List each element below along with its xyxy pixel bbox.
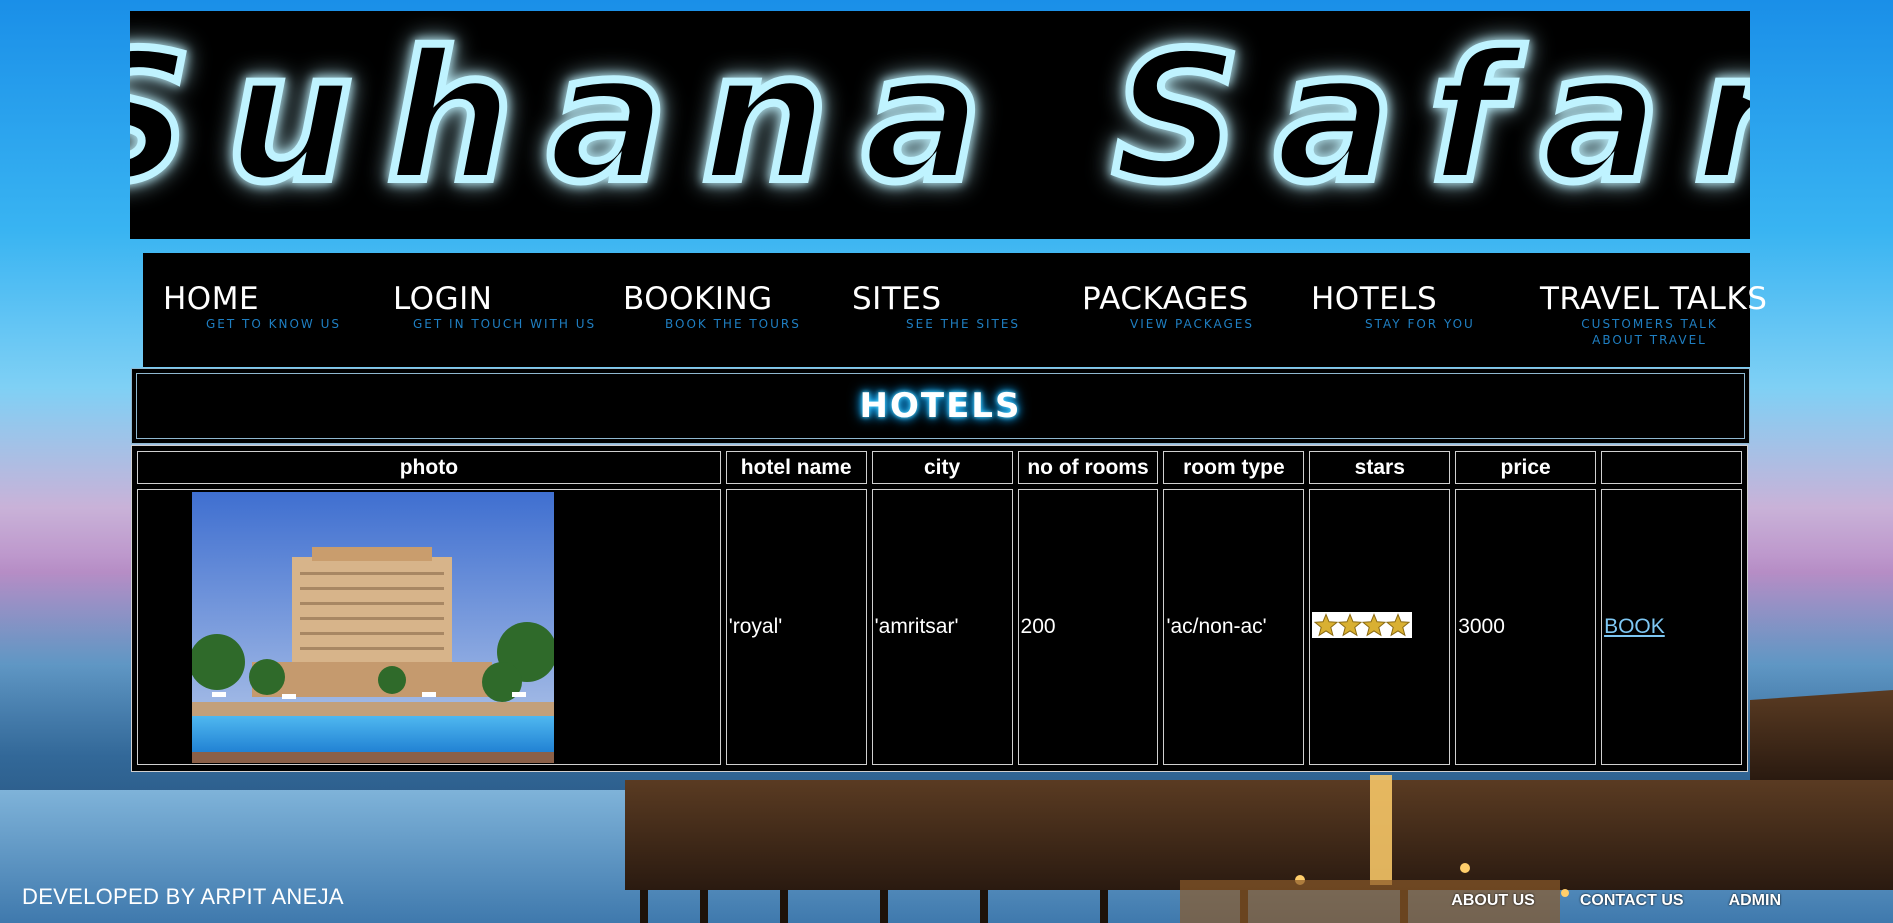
nav-item-travel-talks[interactable]: TRAVEL TALKS CUSTOMERS TALK ABOUT TRAVEL [1540, 281, 1768, 348]
nav-item-home[interactable]: HOME GET TO KNOW US [163, 283, 393, 332]
nav-title: HOME [163, 281, 260, 317]
hotels-table-wrapper: photo hotel name city no of rooms room t… [131, 445, 1748, 772]
nav-title: HOTELS [1311, 281, 1438, 317]
hotels-heading-inner: HOTELS [136, 373, 1745, 439]
column-header-room-type: room type [1163, 451, 1305, 484]
site-banner: Suhana Safar [130, 11, 1750, 239]
table-row: 'royal' 'amritsar' 200 'ac/non-ac' 3000 … [137, 489, 1742, 765]
room-type-cell: 'ac/non-ac' [1163, 489, 1305, 765]
hotel-photo-cell [137, 489, 721, 765]
stars-cell [1309, 489, 1451, 765]
hotels-heading-box: HOTELS [131, 368, 1750, 444]
footer-link-admin[interactable]: ADMIN [1729, 892, 1781, 910]
hotels-table: photo hotel name city no of rooms room t… [132, 446, 1747, 770]
nav-item-hotels[interactable]: HOTELS STAY FOR YOU [1311, 283, 1541, 332]
footer-link-about-us[interactable]: ABOUT US [1451, 892, 1535, 910]
star-icon [1362, 612, 1387, 636]
footer-links: ABOUT US CONTACT US ADMIN [1451, 892, 1781, 910]
action-cell: BOOK [1601, 489, 1742, 765]
nav-title: TRAVEL TALKS [1540, 281, 1768, 317]
column-header-price: price [1455, 451, 1597, 484]
table-header-row: photo hotel name city no of rooms room t… [137, 451, 1742, 484]
column-header-city: city [871, 451, 1013, 484]
nav-item-booking[interactable]: BOOKING BOOK THE TOURS [623, 283, 853, 332]
banner-logo-text: Suhana Safar [130, 14, 1750, 221]
nav-subtitle: GET IN TOUCH WITH US [413, 317, 597, 331]
hotel-name-cell: 'royal' [725, 489, 867, 765]
page-title: HOTELS [859, 386, 1022, 426]
star-rating [1312, 611, 1413, 638]
nav-subtitle: SEE THE SITES [906, 317, 1021, 331]
column-header-rooms: no of rooms [1017, 451, 1159, 484]
nav-subtitle: BOOK THE TOURS [665, 317, 801, 331]
column-header-stars: stars [1309, 451, 1451, 484]
price-cell: 3000 [1455, 489, 1597, 765]
nav-subtitle: STAY FOR YOU [1365, 317, 1475, 331]
nav-subtitle: CUSTOMERS TALK ABOUT TRAVEL [1581, 317, 1718, 347]
book-link[interactable]: BOOK [1604, 615, 1665, 638]
nav-item-packages[interactable]: PACKAGES VIEW PACKAGES [1082, 283, 1312, 332]
star-icon [1338, 612, 1363, 636]
star-icon [1386, 612, 1411, 636]
column-header-photo: photo [137, 451, 721, 484]
main-nav: HOME GET TO KNOW US LOGIN GET IN TOUCH W… [143, 253, 1768, 367]
column-header-action [1601, 451, 1742, 484]
nav-title: SITES [852, 281, 942, 317]
nav-title: LOGIN [393, 281, 493, 317]
nav-title: BOOKING [623, 281, 773, 317]
star-icon [1314, 612, 1339, 636]
hotel-photo [192, 491, 554, 763]
developer-credit: DEVELOPED BY ARPIT ANEJA [22, 884, 344, 909]
nav-subtitle: GET TO KNOW US [206, 317, 341, 331]
banner-logo: Suhana Safar [130, 11, 1750, 225]
column-header-hotel-name: hotel name [725, 451, 867, 484]
rooms-cell: 200 [1017, 489, 1159, 765]
nav-item-sites[interactable]: SITES SEE THE SITES [852, 283, 1082, 332]
nav-item-login[interactable]: LOGIN GET IN TOUCH WITH US [393, 283, 623, 332]
city-cell: 'amritsar' [871, 489, 1013, 765]
nav-title: PACKAGES [1082, 281, 1249, 317]
footer-link-contact-us[interactable]: CONTACT US [1580, 892, 1684, 910]
nav-subtitle: VIEW PACKAGES [1130, 317, 1255, 331]
